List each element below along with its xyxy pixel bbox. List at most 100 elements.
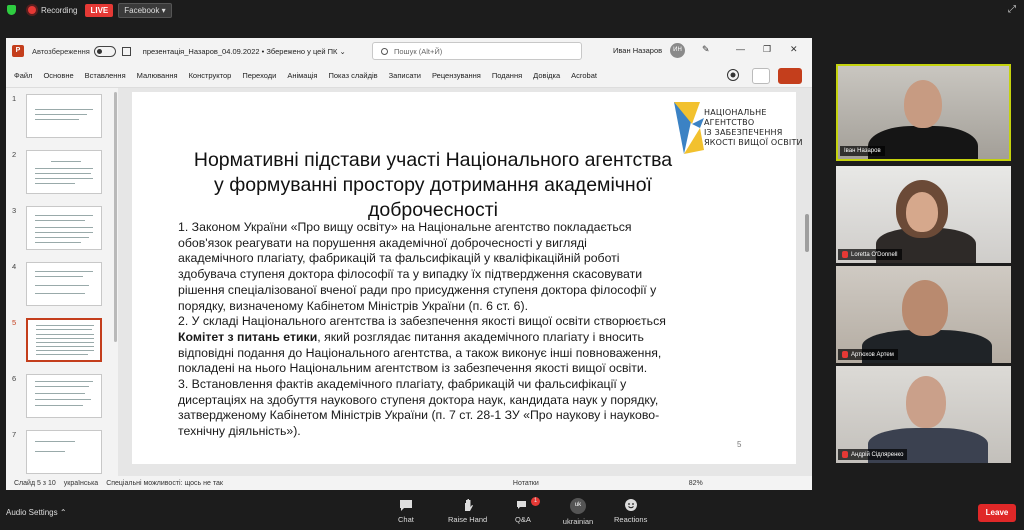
status-bar: Слайд 5 з 10 українська Спеціальні можли… bbox=[6, 476, 812, 490]
thumb-number: 2 bbox=[12, 150, 17, 159]
participant-video[interactable]: Артюхов Артем bbox=[836, 266, 1011, 363]
smile-icon bbox=[624, 499, 637, 511]
zoom-top-bar: Recording LIVE Facebook ▾ ⤢ bbox=[0, 0, 1024, 20]
participant-video[interactable]: Loretta O'Donnell bbox=[836, 166, 1011, 263]
slide-thumbnails-panel: 1 2 3 4 5 6 7 bbox=[6, 88, 118, 476]
slide-scrollbar[interactable] bbox=[804, 94, 810, 464]
language-interpretation-button[interactable]: uk ukrainian bbox=[558, 498, 598, 526]
slide-thumbnail[interactable] bbox=[26, 374, 102, 418]
paragraph-line: затвердженому Кабінетом Міністрів Україн… bbox=[178, 408, 660, 423]
thumb-number: 7 bbox=[12, 430, 17, 439]
stream-target-dropdown[interactable]: Facebook ▾ bbox=[118, 2, 172, 18]
tab-transitions[interactable]: Переходи bbox=[242, 71, 276, 80]
tab-home[interactable]: Основне bbox=[43, 71, 73, 80]
slide-title: Нормативні підстави участі Національного… bbox=[193, 149, 673, 221]
paragraph-line: покладені на нього Національним агентств… bbox=[178, 361, 648, 376]
paragraph-line: порядку, визначеному Кабінетом Міністрів… bbox=[178, 298, 528, 313]
participant-name: Артюхов Артем bbox=[838, 349, 898, 360]
avatar[interactable]: ИН bbox=[670, 43, 685, 58]
leave-button[interactable]: Leave bbox=[978, 504, 1016, 522]
raise-hand-button[interactable]: Raise Hand bbox=[448, 498, 487, 524]
tab-animations[interactable]: Анімація bbox=[287, 71, 317, 80]
fullscreen-icon[interactable]: ⤢ bbox=[1008, 4, 1016, 15]
slide-thumbnail[interactable] bbox=[26, 94, 102, 138]
autosave-label: Автозбереження bbox=[32, 46, 90, 56]
mic-muted-icon bbox=[842, 451, 848, 458]
tab-review[interactable]: Рецензування bbox=[432, 71, 481, 80]
slide-thumbnail-active[interactable] bbox=[26, 318, 102, 362]
mic-muted-icon bbox=[842, 351, 848, 358]
chat-button[interactable]: Chat bbox=[398, 498, 414, 524]
zoom-bottom-bar: Audio Settings ⌃ Chat Raise Hand Q&A 1 u… bbox=[0, 494, 1024, 530]
title-bar: P Автозбереження презентація_Назаров_04.… bbox=[6, 38, 812, 64]
record-icon[interactable] bbox=[726, 68, 746, 84]
notes-button[interactable]: Нотатки bbox=[513, 480, 539, 487]
thumb-number: 3 bbox=[12, 206, 17, 215]
tab-insert[interactable]: Вставлення bbox=[85, 71, 126, 80]
restore-icon[interactable]: ❐ bbox=[763, 44, 771, 55]
powerpoint-logo-icon: P bbox=[12, 45, 24, 57]
participant-name: Андрій Сідляренко bbox=[838, 449, 908, 460]
logo-text: НАЦІОНАЛЬНЕ АГЕНТСТВО ІЗ ЗАБЕЗПЕЧЕННЯ ЯК… bbox=[704, 108, 803, 147]
thumb-number: 4 bbox=[12, 262, 17, 271]
paragraph-line: відповідні подання до Національного аген… bbox=[178, 345, 662, 360]
slide-canvas[interactable]: НАЦІОНАЛЬНЕ АГЕНТСТВО ІЗ ЗАБЕЗПЕЧЕННЯ ЯК… bbox=[132, 92, 803, 464]
pen-icon[interactable]: ✎ bbox=[702, 44, 710, 55]
participant-video[interactable]: Іван Назаров bbox=[836, 64, 1011, 161]
slide-counter: Слайд 5 з 10 bbox=[14, 479, 56, 487]
tab-slideshow[interactable]: Показ слайдів bbox=[328, 71, 377, 80]
hand-icon bbox=[464, 499, 473, 511]
tab-acrobat[interactable]: Acrobat bbox=[571, 71, 597, 80]
tab-record[interactable]: Записати bbox=[389, 71, 421, 80]
tab-view[interactable]: Подання bbox=[492, 71, 522, 80]
accessibility-status[interactable]: Спеціальні можливості: щось не так bbox=[106, 480, 223, 487]
mic-muted-icon bbox=[842, 251, 848, 258]
recording-icon bbox=[28, 6, 36, 14]
tab-help[interactable]: Довідка bbox=[533, 71, 560, 80]
qa-icon bbox=[516, 501, 526, 509]
reactions-button[interactable]: Reactions bbox=[614, 498, 647, 524]
paragraph-line: обов'язок реагувати на порушення академі… bbox=[178, 235, 587, 250]
paragraph-line: 3. Встановлення фактів академічного плаг… bbox=[178, 377, 627, 392]
search-input[interactable]: Пошук (Alt+Й) bbox=[372, 42, 582, 60]
share-icon[interactable] bbox=[778, 68, 802, 84]
thumb-number: 6 bbox=[12, 374, 17, 383]
paragraph-line: Комітет з питань етики, який розглядає п… bbox=[178, 329, 644, 344]
thumb-number: 1 bbox=[12, 94, 17, 103]
slide-editor: НАЦІОНАЛЬНЕ АГЕНТСТВО ІЗ ЗАБЕЗПЕЧЕННЯ ЯК… bbox=[118, 88, 812, 476]
autosave-toggle[interactable] bbox=[93, 45, 116, 57]
tab-draw[interactable]: Малювання bbox=[137, 71, 178, 80]
participant-name: Іван Назаров bbox=[840, 146, 885, 156]
paragraph-line: академічного плагіату, фабрикацій та фал… bbox=[178, 251, 620, 266]
language-status[interactable]: українська bbox=[64, 480, 98, 487]
search-icon bbox=[381, 47, 388, 55]
file-name[interactable]: презентація_Назаров_04.09.2022 • Збереже… bbox=[143, 47, 346, 56]
thumbnails-scrollbar[interactable] bbox=[114, 92, 117, 342]
paragraph-line: рішення спеціалізованої вченої ради про … bbox=[178, 282, 657, 297]
save-icon[interactable] bbox=[121, 46, 131, 56]
tab-design[interactable]: Конструктор bbox=[189, 71, 232, 80]
shield-icon[interactable] bbox=[7, 5, 16, 15]
paragraph-line: 1. Законом України «Про вищу освіту» на … bbox=[178, 220, 632, 234]
ribbon-tabs: Файл Основне Вставлення Малювання Констр… bbox=[6, 64, 812, 88]
live-badge[interactable]: LIVE bbox=[85, 3, 114, 17]
chat-icon bbox=[399, 500, 412, 511]
zoom-level[interactable]: 82% bbox=[689, 480, 703, 487]
tab-file[interactable]: Файл bbox=[14, 71, 32, 80]
paragraph-line: 2. У складі Національного агентства із з… bbox=[178, 314, 666, 329]
slide-thumbnail[interactable] bbox=[26, 206, 102, 250]
audio-settings-button[interactable]: Audio Settings ⌃ bbox=[6, 508, 67, 517]
powerpoint-window: P Автозбереження презентація_Назаров_04.… bbox=[6, 38, 812, 490]
participant-name: Loretta O'Donnell bbox=[838, 249, 902, 260]
user-name[interactable]: Иван Назаров bbox=[613, 46, 662, 55]
minimize-icon[interactable]: — bbox=[736, 44, 745, 54]
comment-icon[interactable] bbox=[752, 68, 770, 84]
close-icon[interactable]: ✕ bbox=[790, 44, 798, 55]
qa-button[interactable]: Q&A 1 bbox=[515, 497, 540, 524]
slide-thumbnail[interactable] bbox=[26, 262, 102, 306]
slide-thumbnail[interactable] bbox=[26, 150, 102, 194]
slide-thumbnail[interactable] bbox=[26, 430, 102, 474]
participant-video[interactable]: Андрій Сідляренко bbox=[836, 366, 1011, 463]
recording-label: Recording bbox=[41, 5, 78, 15]
paragraph-line: дисертаціях на здобуття наукового ступен… bbox=[178, 392, 659, 407]
